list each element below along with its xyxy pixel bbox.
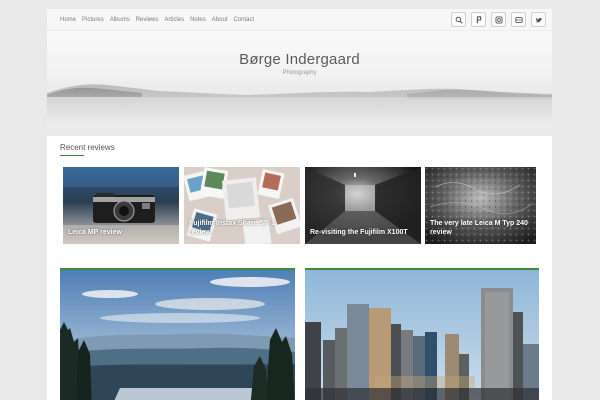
nav-item-home[interactable]: Home [60, 16, 76, 24]
social-buttons [451, 12, 546, 27]
search-icon [455, 16, 463, 24]
twitter-icon [535, 17, 542, 22]
section-title-underline [60, 155, 84, 156]
nav-item-contact[interactable]: Contact [233, 16, 254, 24]
nav-item-reviews[interactable]: Reviews [136, 16, 159, 24]
nav-item-albums[interactable]: Albums [110, 16, 130, 24]
review-title[interactable]: The very late Leica M Typ 240 review [430, 219, 532, 237]
site-header: Børge Indergaard Photography [47, 31, 552, 127]
500px-button[interactable] [511, 12, 526, 27]
instagram-icon [495, 16, 502, 23]
city-skyline-image [305, 270, 539, 400]
review-title[interactable]: Leica MP review [68, 228, 175, 237]
featured-image-winter-landscape[interactable] [60, 268, 295, 400]
review-title[interactable]: Fujifilm Instax Share SP-1 review [189, 219, 296, 237]
nav-item-about[interactable]: About [212, 16, 228, 24]
flickr-icon [476, 15, 481, 23]
review-card-instax-share[interactable]: Fujifilm Instax Share SP-1 review [184, 167, 300, 244]
nav-item-pictures[interactable]: Pictures [82, 16, 104, 24]
review-title[interactable]: Re-visiting the Fujifilm X100T [310, 228, 417, 237]
site-subtitle: Photography [282, 70, 317, 76]
flickr-button[interactable] [471, 12, 486, 27]
misty-landscape-image [47, 81, 552, 127]
nav-item-notes[interactable]: Notes [190, 16, 206, 24]
featured-image-city-skyline[interactable] [305, 268, 539, 400]
main-nav: Home Pictures Albums Reviews Articles No… [60, 16, 254, 24]
nav-item-articles[interactable]: Articles [164, 16, 184, 24]
review-card-leica-m-typ-240[interactable]: The very late Leica M Typ 240 review [425, 167, 536, 244]
section-title: Recent reviews [60, 143, 115, 152]
review-card-x100t[interactable]: Re-visiting the Fujifilm X100T [305, 167, 421, 244]
search-button[interactable] [451, 12, 466, 27]
twitter-button[interactable] [531, 12, 546, 27]
content-panel: Recent reviews Leica MP review Fujifilm … [47, 136, 552, 400]
500px-icon [514, 16, 523, 23]
review-card-leica-mp[interactable]: Leica MP review [63, 167, 179, 244]
instagram-button[interactable] [491, 12, 506, 27]
site-title[interactable]: Børge Indergaard [47, 51, 552, 68]
winter-landscape-image [60, 270, 295, 400]
top-navigation-bar: Home Pictures Albums Reviews Articles No… [47, 9, 552, 31]
